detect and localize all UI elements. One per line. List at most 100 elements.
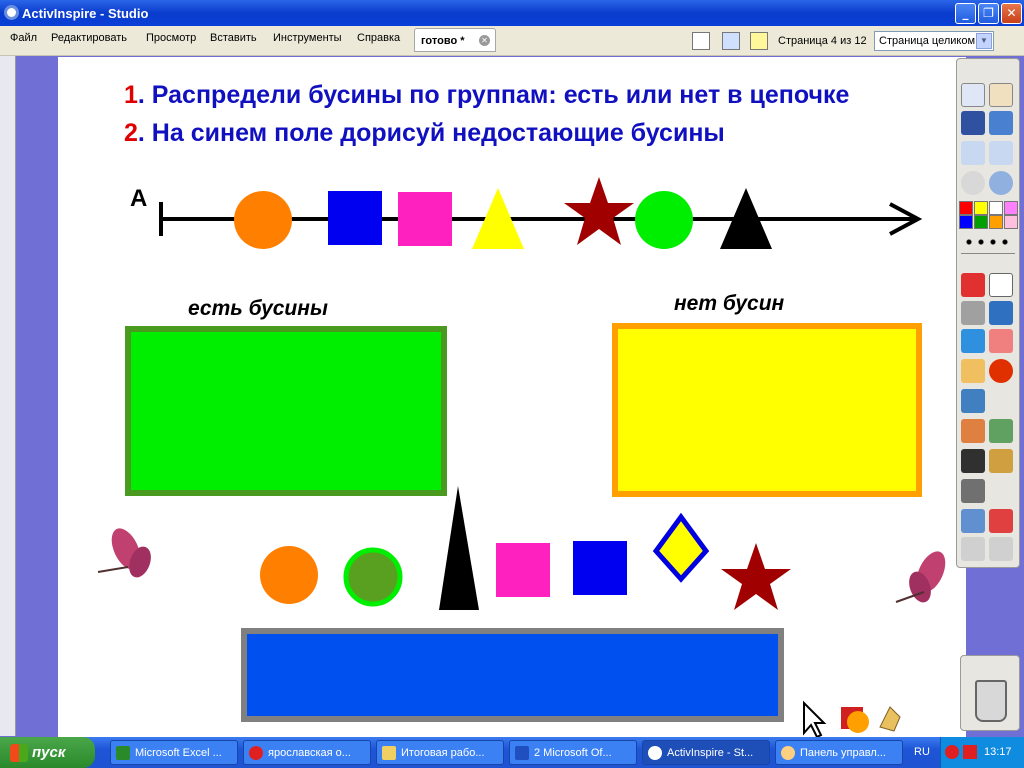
- tools-icon[interactable]: [989, 111, 1013, 135]
- pen-icon[interactable]: [989, 301, 1013, 325]
- start-button[interactable]: пуск: [0, 737, 95, 768]
- color-pink[interactable]: [1004, 201, 1018, 215]
- flipchart-drawing: [97, 177, 946, 737]
- menu-help[interactable]: Справка: [357, 32, 400, 44]
- color-yellow[interactable]: [974, 201, 988, 215]
- shape-orange-circle-icon: [847, 711, 869, 733]
- main-menu-icon[interactable]: [961, 83, 985, 107]
- revealer-icon[interactable]: [961, 419, 985, 443]
- width-slider[interactable]: [961, 253, 1015, 265]
- color-blue[interactable]: [959, 215, 973, 229]
- menu-view[interactable]: Просмотр: [146, 32, 196, 44]
- redo-icon[interactable]: [989, 537, 1013, 561]
- task-control-panel[interactable]: Панель управл...: [775, 740, 903, 765]
- task-label: Microsoft Excel ...: [135, 747, 222, 759]
- globe-icon[interactable]: [989, 171, 1013, 195]
- close-tab-icon[interactable]: ✕: [479, 35, 490, 46]
- clapper-icon[interactable]: [989, 449, 1013, 473]
- menu-file[interactable]: Файл: [10, 32, 37, 44]
- bead-green-ring: [343, 547, 403, 607]
- menu-edit[interactable]: Редактировать: [51, 32, 127, 44]
- trash-can[interactable]: [960, 655, 1020, 731]
- minimize-button[interactable]: _: [955, 3, 976, 24]
- clock: 13:17: [984, 746, 1012, 758]
- chain-black-triangle: [720, 188, 772, 249]
- task-label: ярославская о...: [268, 747, 351, 759]
- word-icon: [515, 746, 529, 760]
- notes-icon[interactable]: [750, 32, 768, 50]
- next-page-icon[interactable]: [989, 141, 1013, 165]
- chain-arrowhead: [889, 202, 923, 236]
- window-title: ActivInspire - Studio: [22, 6, 149, 21]
- play-icon[interactable]: [961, 171, 985, 195]
- language-indicator[interactable]: RU: [914, 746, 930, 758]
- connector-icon[interactable]: [961, 389, 985, 413]
- sound-icon[interactable]: [961, 449, 985, 473]
- activinspire-icon: [648, 746, 662, 760]
- page-browser-icon[interactable]: [692, 32, 710, 50]
- expand-icon[interactable]: [1000, 32, 1018, 50]
- task-2-text: . На синем поле дорисуй недостающие буси…: [137, 119, 725, 147]
- task-1: 1. Распредели бусины по группам: есть ил…: [124, 81, 849, 110]
- group-yes-box: [125, 326, 447, 496]
- left-browser-strip[interactable]: [0, 56, 16, 736]
- reset-page-icon[interactable]: [989, 509, 1013, 533]
- group-no-box: [612, 323, 922, 497]
- desktop-annotate-icon[interactable]: [961, 111, 985, 135]
- tray-app-icon[interactable]: [945, 745, 959, 759]
- menu-insert[interactable]: Вставить: [210, 32, 257, 44]
- color-orange[interactable]: [989, 215, 1003, 229]
- flipchart-canvas[interactable]: 1. Распредели бусины по группам: есть ил…: [58, 57, 966, 737]
- marquee-icon[interactable]: [961, 301, 985, 325]
- media-icon[interactable]: [989, 419, 1013, 443]
- restore-button[interactable]: ❐: [978, 3, 999, 24]
- previous-page-icon[interactable]: [961, 141, 985, 165]
- trash-icon: [975, 680, 1007, 722]
- task-word[interactable]: 2 Microsoft Of...: [509, 740, 637, 765]
- zoom-select[interactable]: Страница целиком ▼: [874, 31, 994, 51]
- shape-red-square-icon: [841, 707, 863, 729]
- chevron-down-icon[interactable]: ▼: [976, 33, 992, 49]
- task-folder[interactable]: Итоговая рабо...: [376, 740, 504, 765]
- dice-icon[interactable]: [961, 273, 985, 297]
- close-button[interactable]: ✕: [1001, 3, 1022, 24]
- bead-red-star: [721, 543, 791, 610]
- shape-icon[interactable]: [989, 359, 1013, 383]
- main-toolbox: [956, 58, 1020, 568]
- chain-red-star: [564, 177, 634, 245]
- select-icon[interactable]: [989, 273, 1013, 297]
- task-1-number: 1: [124, 81, 138, 109]
- fill-bucket-icon: [879, 706, 901, 732]
- task-label: Панель управл...: [800, 747, 886, 759]
- excel-icon: [116, 746, 130, 760]
- resource-browser-icon[interactable]: [989, 83, 1013, 107]
- color-red[interactable]: [959, 201, 973, 215]
- tray-shield-icon[interactable]: [963, 745, 977, 759]
- taskbar: пуск Microsoft Excel ... ярославская о..…: [0, 737, 1024, 768]
- folder-icon: [382, 746, 396, 760]
- activinspire-icon: [4, 5, 19, 20]
- zoom-value: Страница целиком: [879, 35, 976, 47]
- task-activinspire[interactable]: ActivInspire - St...: [642, 740, 770, 765]
- snowflake-icon[interactable]: [722, 32, 740, 50]
- eraser-icon[interactable]: [989, 329, 1013, 353]
- bead-orange-circle: [260, 546, 318, 604]
- fill-icon[interactable]: [961, 359, 985, 383]
- color-light-pink[interactable]: [1004, 215, 1018, 229]
- answer-blue-box: [241, 628, 784, 722]
- task-label: ActivInspire - St...: [667, 747, 754, 759]
- color-white[interactable]: [989, 201, 1003, 215]
- task-excel[interactable]: Microsoft Excel ...: [110, 740, 238, 765]
- undo-icon[interactable]: [961, 537, 985, 561]
- task-1-text: . Распредели бусины по группам: есть или…: [137, 81, 850, 109]
- task-opera[interactable]: ярославская о...: [243, 740, 371, 765]
- document-tab[interactable]: готово * ✕: [414, 28, 496, 52]
- menu-tools[interactable]: Инструменты: [273, 32, 342, 44]
- camera-icon[interactable]: [961, 479, 985, 503]
- bottle-icon[interactable]: [961, 509, 985, 533]
- highlighter-icon[interactable]: [961, 329, 985, 353]
- page-indicator: Страница 4 из 12: [778, 35, 867, 47]
- color-green[interactable]: [974, 215, 988, 229]
- task-2-number: 2: [124, 119, 138, 147]
- pen-width-dots[interactable]: [963, 239, 1013, 245]
